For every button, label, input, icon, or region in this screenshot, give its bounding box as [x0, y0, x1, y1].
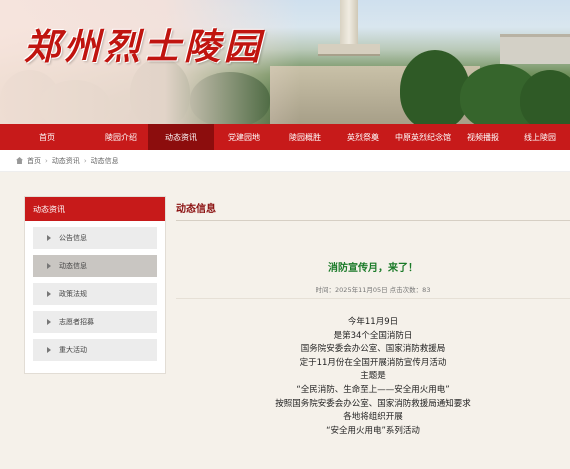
sidebar-heading: 动态资讯	[25, 197, 165, 221]
body-line: 定于11月份在全国开展消防宣传月活动	[299, 357, 447, 368]
banner-tree	[520, 70, 570, 124]
body-line: “安全用火用电”系列活动	[326, 425, 420, 436]
sidebar-list: 公告信息 动态信息 政策法规 志愿者招募 重大活动	[25, 221, 165, 373]
body-line: 是第34个全国消防日	[333, 330, 413, 341]
banner-monument	[340, 0, 358, 48]
banner-monument-base	[318, 44, 380, 56]
sidebar-item-volunteers[interactable]: 志愿者招募	[33, 311, 157, 333]
body-line: 今年11月9日	[347, 317, 399, 327]
sidebar-item-label: 公告信息	[59, 234, 87, 242]
section-title: 动态信息	[176, 204, 216, 215]
breadcrumb-home[interactable]: 首页	[27, 156, 41, 166]
chevron-right-icon	[47, 347, 51, 353]
nav-item-memorial[interactable]: 英烈祭奠	[336, 124, 390, 150]
body-line: 国务院安委会办公室、国家消防救援局	[300, 344, 446, 355]
main-nav: 首页 陵园介绍 动态资讯 党建园地 陵园概胜 英烈祭奠 中原英烈纪念馆 视频播报…	[0, 124, 570, 150]
nav-item-news[interactable]: 动态资讯	[148, 124, 214, 150]
nav-item-about[interactable]: 陵园介绍	[94, 124, 148, 150]
breadcrumb-news[interactable]: 动态资讯	[52, 156, 80, 166]
body-line: 按照国务院安委会办公室、国家消防救援局通知要求	[275, 398, 471, 409]
banner-building	[500, 34, 570, 64]
meta-divider	[176, 298, 570, 299]
breadcrumb-separator: ›	[83, 156, 87, 165]
sidebar-item-announcements[interactable]: 公告信息	[33, 227, 157, 249]
sidebar-item-label: 动态信息	[59, 262, 87, 270]
breadcrumb-separator: ›	[45, 156, 48, 165]
article-meta: 时间：2025年11月05日 点击次数：83	[315, 286, 431, 294]
chevron-right-icon	[47, 235, 51, 241]
body-line: 主题是	[360, 371, 386, 382]
breadcrumb-current: 动态信息	[90, 156, 119, 165]
sidebar: 动态资讯 公告信息 动态信息 政策法规 志愿者招募 重大活动	[24, 196, 166, 374]
nav-item-video[interactable]: 视频播报	[456, 124, 510, 150]
sidebar-item-events[interactable]: 重大活动	[33, 339, 157, 361]
body-line: 各地将组织开展	[343, 412, 403, 423]
nav-item-scenery[interactable]: 陵园概胜	[274, 124, 336, 150]
site-title: 郑州烈士陵园	[24, 26, 265, 68]
header-banner: 郑州烈士陵园	[0, 0, 570, 124]
chevron-right-icon	[47, 291, 51, 297]
banner-tree	[400, 50, 470, 124]
article-body: 今年11月9日 是第34个全国消防日 国务院安委会办公室、国家消防救援局 定于1…	[176, 316, 570, 438]
nav-item-party[interactable]: 党建园地	[214, 124, 274, 150]
body-line: “全民消防、生命至上——安全用火用电”	[296, 384, 450, 395]
breadcrumb: 首页 › 动态资讯 › 动态信息	[0, 150, 570, 172]
sidebar-item-label: 志愿者招募	[59, 318, 94, 326]
nav-item-home[interactable]: 首页	[0, 124, 94, 150]
nav-item-museum[interactable]: 中原英烈纪念馆	[390, 124, 456, 150]
chevron-right-icon	[47, 263, 51, 269]
home-icon	[16, 157, 23, 164]
sidebar-item-news[interactable]: 动态信息	[33, 255, 157, 277]
nav-item-online[interactable]: 线上陵园	[510, 124, 570, 150]
sidebar-item-label: 政策法规	[59, 290, 87, 298]
section-divider	[176, 220, 570, 221]
chevron-right-icon	[47, 319, 51, 325]
sidebar-item-label: 重大活动	[59, 346, 87, 354]
article-title: 消防宣传月，来了！	[328, 263, 418, 274]
sidebar-item-policy[interactable]: 政策法规	[33, 283, 157, 305]
